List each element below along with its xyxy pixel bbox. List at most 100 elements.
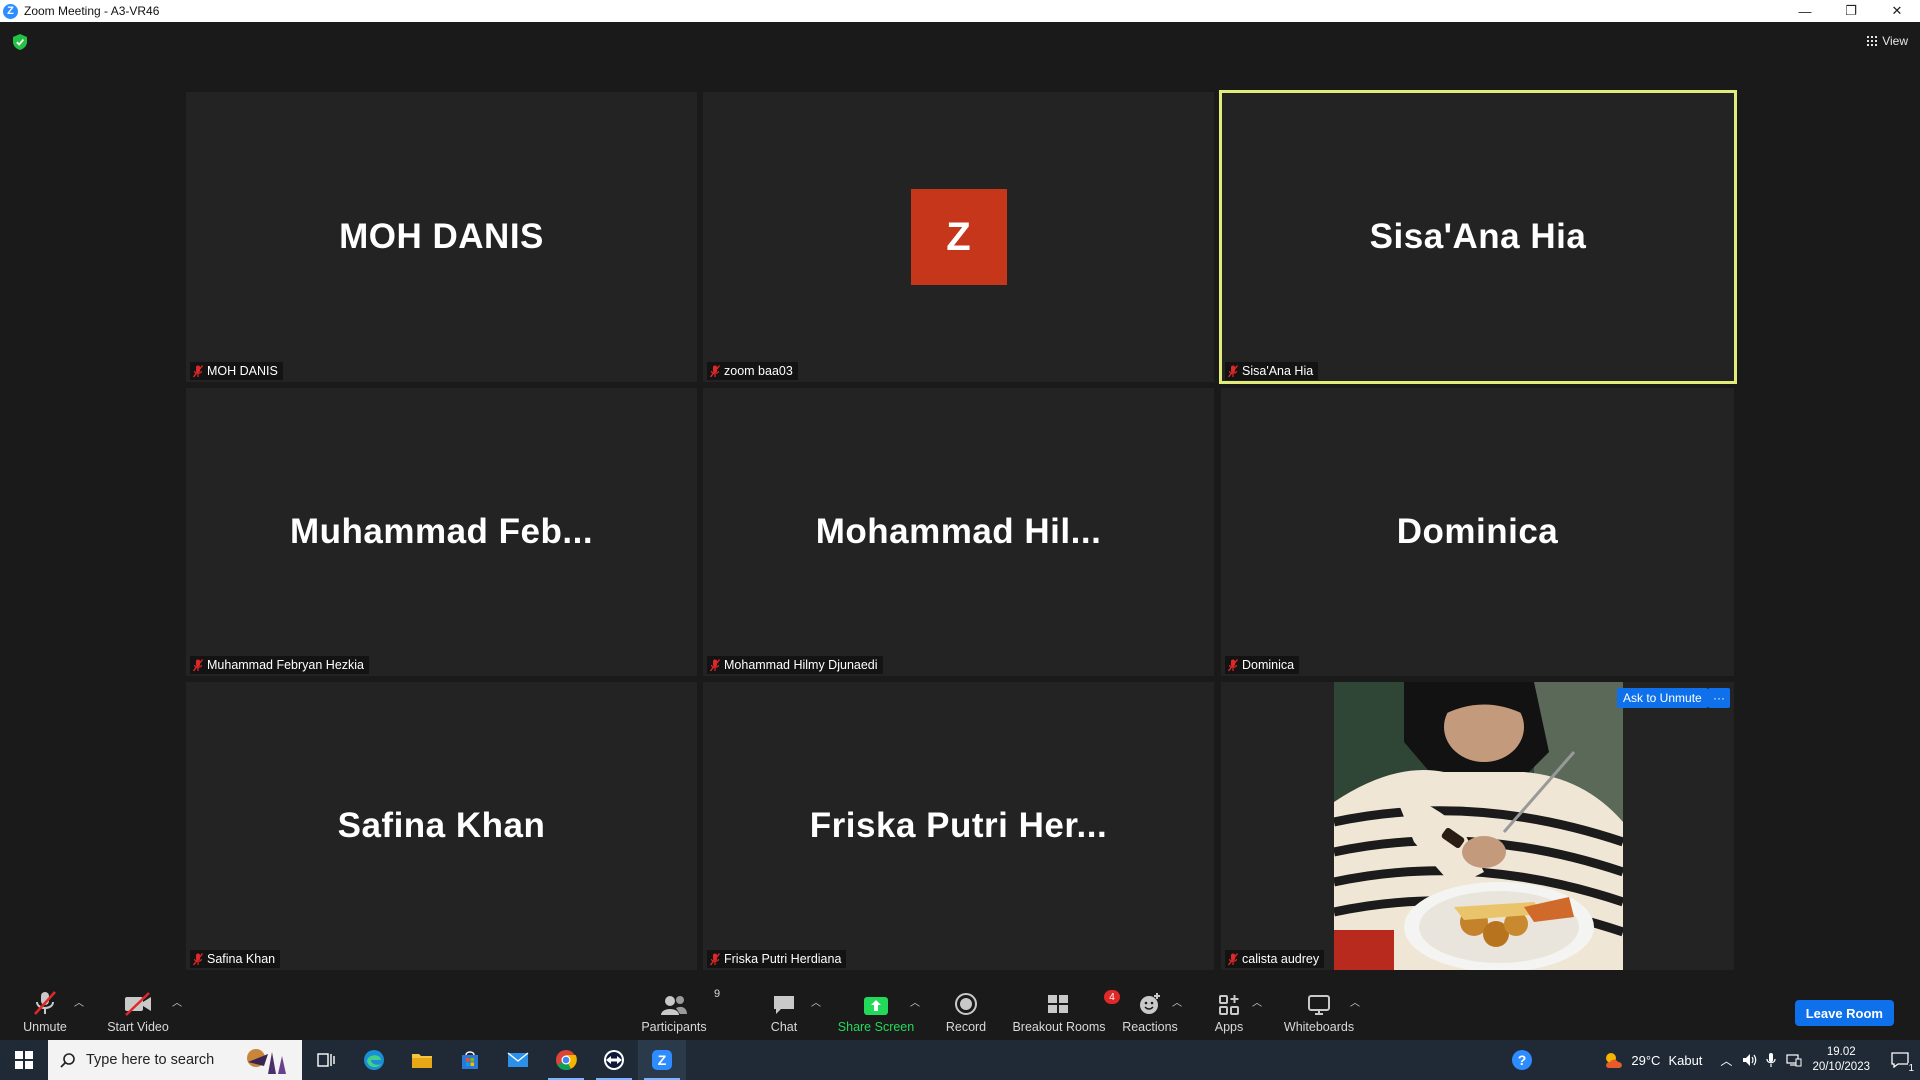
clock-time: 19.02 [1826,1046,1856,1058]
search-icon [60,1053,75,1068]
teamviewer-icon [604,1050,624,1070]
taskbar-teamviewer[interactable] [590,1040,638,1080]
participants-button[interactable]: 9 Participants [636,980,720,1040]
view-label: View [1882,34,1908,48]
windows-taskbar: Type here to search Z ? 29°C Kabut ︿ 19.… [0,1040,1920,1080]
shield-check-icon[interactable] [13,34,27,50]
svg-text:Z: Z [658,1052,667,1068]
taskbar-search-box[interactable]: Type here to search [48,1040,302,1080]
minimize-button[interactable]: — [1782,0,1828,22]
reactions-icon [1140,993,1160,1014]
apps-options-caret-icon[interactable]: ︿ [1252,994,1262,1009]
view-button[interactable]: View [1867,34,1908,48]
participant-nametag: zoom baa03 [707,362,798,380]
participant-name: Safina Khan [207,952,276,966]
share-options-caret-icon[interactable]: ︿ [910,994,920,1009]
help-icon[interactable]: ? [1511,1049,1533,1071]
participant-tile[interactable]: Friska Putri Her... Friska Putri Herdian… [703,682,1214,970]
taskbar-chrome[interactable] [542,1040,590,1080]
more-options-button[interactable]: ··· [1708,688,1730,708]
notification-center-button[interactable]: 1 [1880,1040,1920,1080]
notification-icon [1891,1052,1909,1068]
participant-tile[interactable]: Dominica Dominica [1221,388,1734,676]
taskbar-mail[interactable] [494,1040,542,1080]
participant-nametag: Dominica [1225,656,1300,674]
weather-desc: Kabut [1668,1052,1703,1068]
record-button[interactable]: Record [936,980,996,1040]
leave-room-button[interactable]: Leave Room [1794,1000,1894,1026]
breakout-rooms-button[interactable]: 4 Breakout Rooms [1010,980,1120,1040]
svg-text:?: ? [1518,1052,1527,1068]
participant-tile[interactable]: Mohammad Hil... Mohammad Hilmy Djunaedi [703,388,1214,676]
whiteboard-icon [1308,995,1330,1015]
participant-nametag: Muhammad Febryan Hezkia [190,656,370,674]
folder-icon [412,1054,432,1068]
mic-muted-icon [34,991,56,1015]
start-video-button[interactable]: Start Video [102,980,174,1040]
participant-tile-video[interactable]: Ask to Unmute ··· calista audrey [1221,682,1734,970]
mic-muted-icon [710,658,720,671]
speaker-icon[interactable] [1742,1053,1758,1067]
breakout-rooms-label: Breakout Rooms [1012,1020,1106,1034]
start-video-label: Start Video [107,1020,169,1034]
share-screen-icon [864,997,888,1015]
participant-nametag: Friska Putri Herdiana [707,950,847,968]
clock[interactable]: 19.02 20/10/2023 [1812,1045,1870,1075]
audio-options-caret-icon[interactable]: ︿ [74,994,84,1009]
participants-icon [661,996,687,1015]
taskbar-file-explorer[interactable] [398,1040,446,1080]
participant-tile[interactable]: MOH DANIS MOH DANIS [186,92,697,382]
participant-avatar: Z [910,189,1007,285]
video-options-caret-icon[interactable]: ︿ [172,994,182,1009]
whiteboards-label: Whiteboards [1283,1020,1355,1034]
chat-button[interactable]: Chat [756,980,812,1040]
mail-icon [507,1052,529,1067]
participant-tile-active-speaker[interactable]: Sisa'Ana Hia Sisa'Ana Hia [1219,90,1737,384]
zoom-logo-icon: Z [3,3,18,19]
taskbar-zoom[interactable]: Z [638,1040,686,1080]
reactions-button[interactable]: Reactions [1120,980,1180,1040]
participants-label: Participants [641,1020,707,1034]
apps-icon [1219,995,1239,1015]
share-screen-button[interactable]: Share Screen [836,980,916,1040]
taskbar-store[interactable] [446,1040,494,1080]
participant-tile[interactable]: Z zoom baa03 [703,92,1214,382]
close-button[interactable]: ✕ [1874,0,1920,22]
participant-display-name: Safina Khan [337,806,546,845]
participant-display-name: Muhammad Feb... [289,512,594,551]
taskbar-edge[interactable] [350,1040,398,1080]
participant-tile[interactable]: Safina Khan Safina Khan [186,682,697,970]
participant-name: Muhammad Febryan Hezkia [207,658,365,672]
participant-display-name: MOH DANIS [339,217,544,256]
task-view-button[interactable] [302,1040,350,1080]
participant-display-name: Dominica [1396,512,1559,551]
zoom-app-icon: Z [652,1050,672,1070]
reactions-label: Reactions [1122,1020,1178,1034]
whiteboards-button[interactable]: Whiteboards [1280,980,1358,1040]
participant-nametag: Safina Khan [190,950,281,968]
unmute-button[interactable]: Unmute [14,980,76,1040]
chrome-icon [556,1050,577,1071]
mic-muted-icon [1228,952,1238,965]
weather-icon[interactable] [1603,1050,1625,1070]
system-tray: ? 29°C Kabut ︿ 19.02 20/10/2023 1 [1511,1040,1920,1080]
network-icon[interactable] [1786,1053,1802,1067]
restore-button[interactable]: ❐ [1828,0,1874,22]
ask-to-unmute-button[interactable]: Ask to Unmute [1617,688,1708,708]
microphone-icon[interactable] [1766,1052,1777,1068]
apps-button[interactable]: Apps [1206,980,1252,1040]
start-button[interactable] [0,1040,48,1080]
participant-name: calista audrey [1242,952,1320,966]
participant-nametag: calista audrey [1225,950,1325,968]
participant-display-name: Sisa'Ana Hia [1369,217,1587,256]
whiteboards-options-caret-icon[interactable]: ︿ [1350,994,1360,1009]
record-label: Record [945,1020,987,1034]
chat-options-caret-icon[interactable]: ︿ [811,994,821,1009]
record-icon [955,993,977,1015]
participant-name: Dominica [1242,658,1295,672]
mic-muted-icon [193,952,203,965]
participant-tile[interactable]: Muhammad Feb... Muhammad Febryan Hezkia [186,388,697,676]
reactions-options-caret-icon[interactable]: ︿ [1172,994,1182,1009]
participant-name: Mohammad Hilmy Djunaedi [724,658,878,672]
show-hidden-icons-icon[interactable]: ︿ [1720,1052,1732,1069]
